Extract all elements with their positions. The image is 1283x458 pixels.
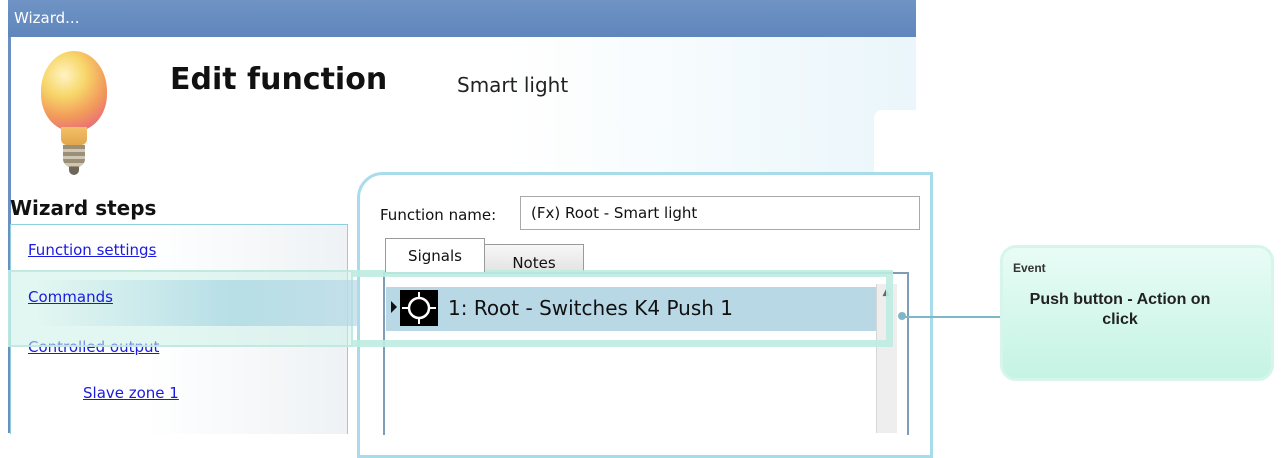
callout-title: Event bbox=[1013, 261, 1046, 275]
tab-notes[interactable]: Notes bbox=[484, 244, 584, 272]
callout-connector bbox=[903, 316, 1001, 318]
step-function-settings[interactable]: Function settings bbox=[28, 241, 156, 259]
callout-text: Push button - Action on click bbox=[1029, 291, 1211, 328]
function-name-label: Function name: bbox=[380, 206, 497, 224]
wizard-steps-title: Wizard steps bbox=[10, 196, 157, 220]
highlight-frame bbox=[353, 270, 893, 347]
window-titlebar[interactable]: Wizard... bbox=[8, 0, 916, 37]
tab-signals[interactable]: Signals bbox=[385, 238, 485, 272]
header-decoration bbox=[874, 110, 916, 180]
light-bulb-icon bbox=[41, 51, 109, 181]
page-title: Edit function bbox=[170, 62, 388, 97]
step-commands[interactable]: Commands bbox=[28, 288, 113, 306]
function-type-subtitle: Smart light bbox=[457, 73, 569, 97]
wizard-header bbox=[11, 37, 916, 187]
step-slave-zone-1[interactable]: Slave zone 1 bbox=[83, 384, 179, 402]
window-title: Wizard... bbox=[14, 9, 80, 27]
function-name-input[interactable]: (Fx) Root - Smart light bbox=[520, 196, 920, 230]
